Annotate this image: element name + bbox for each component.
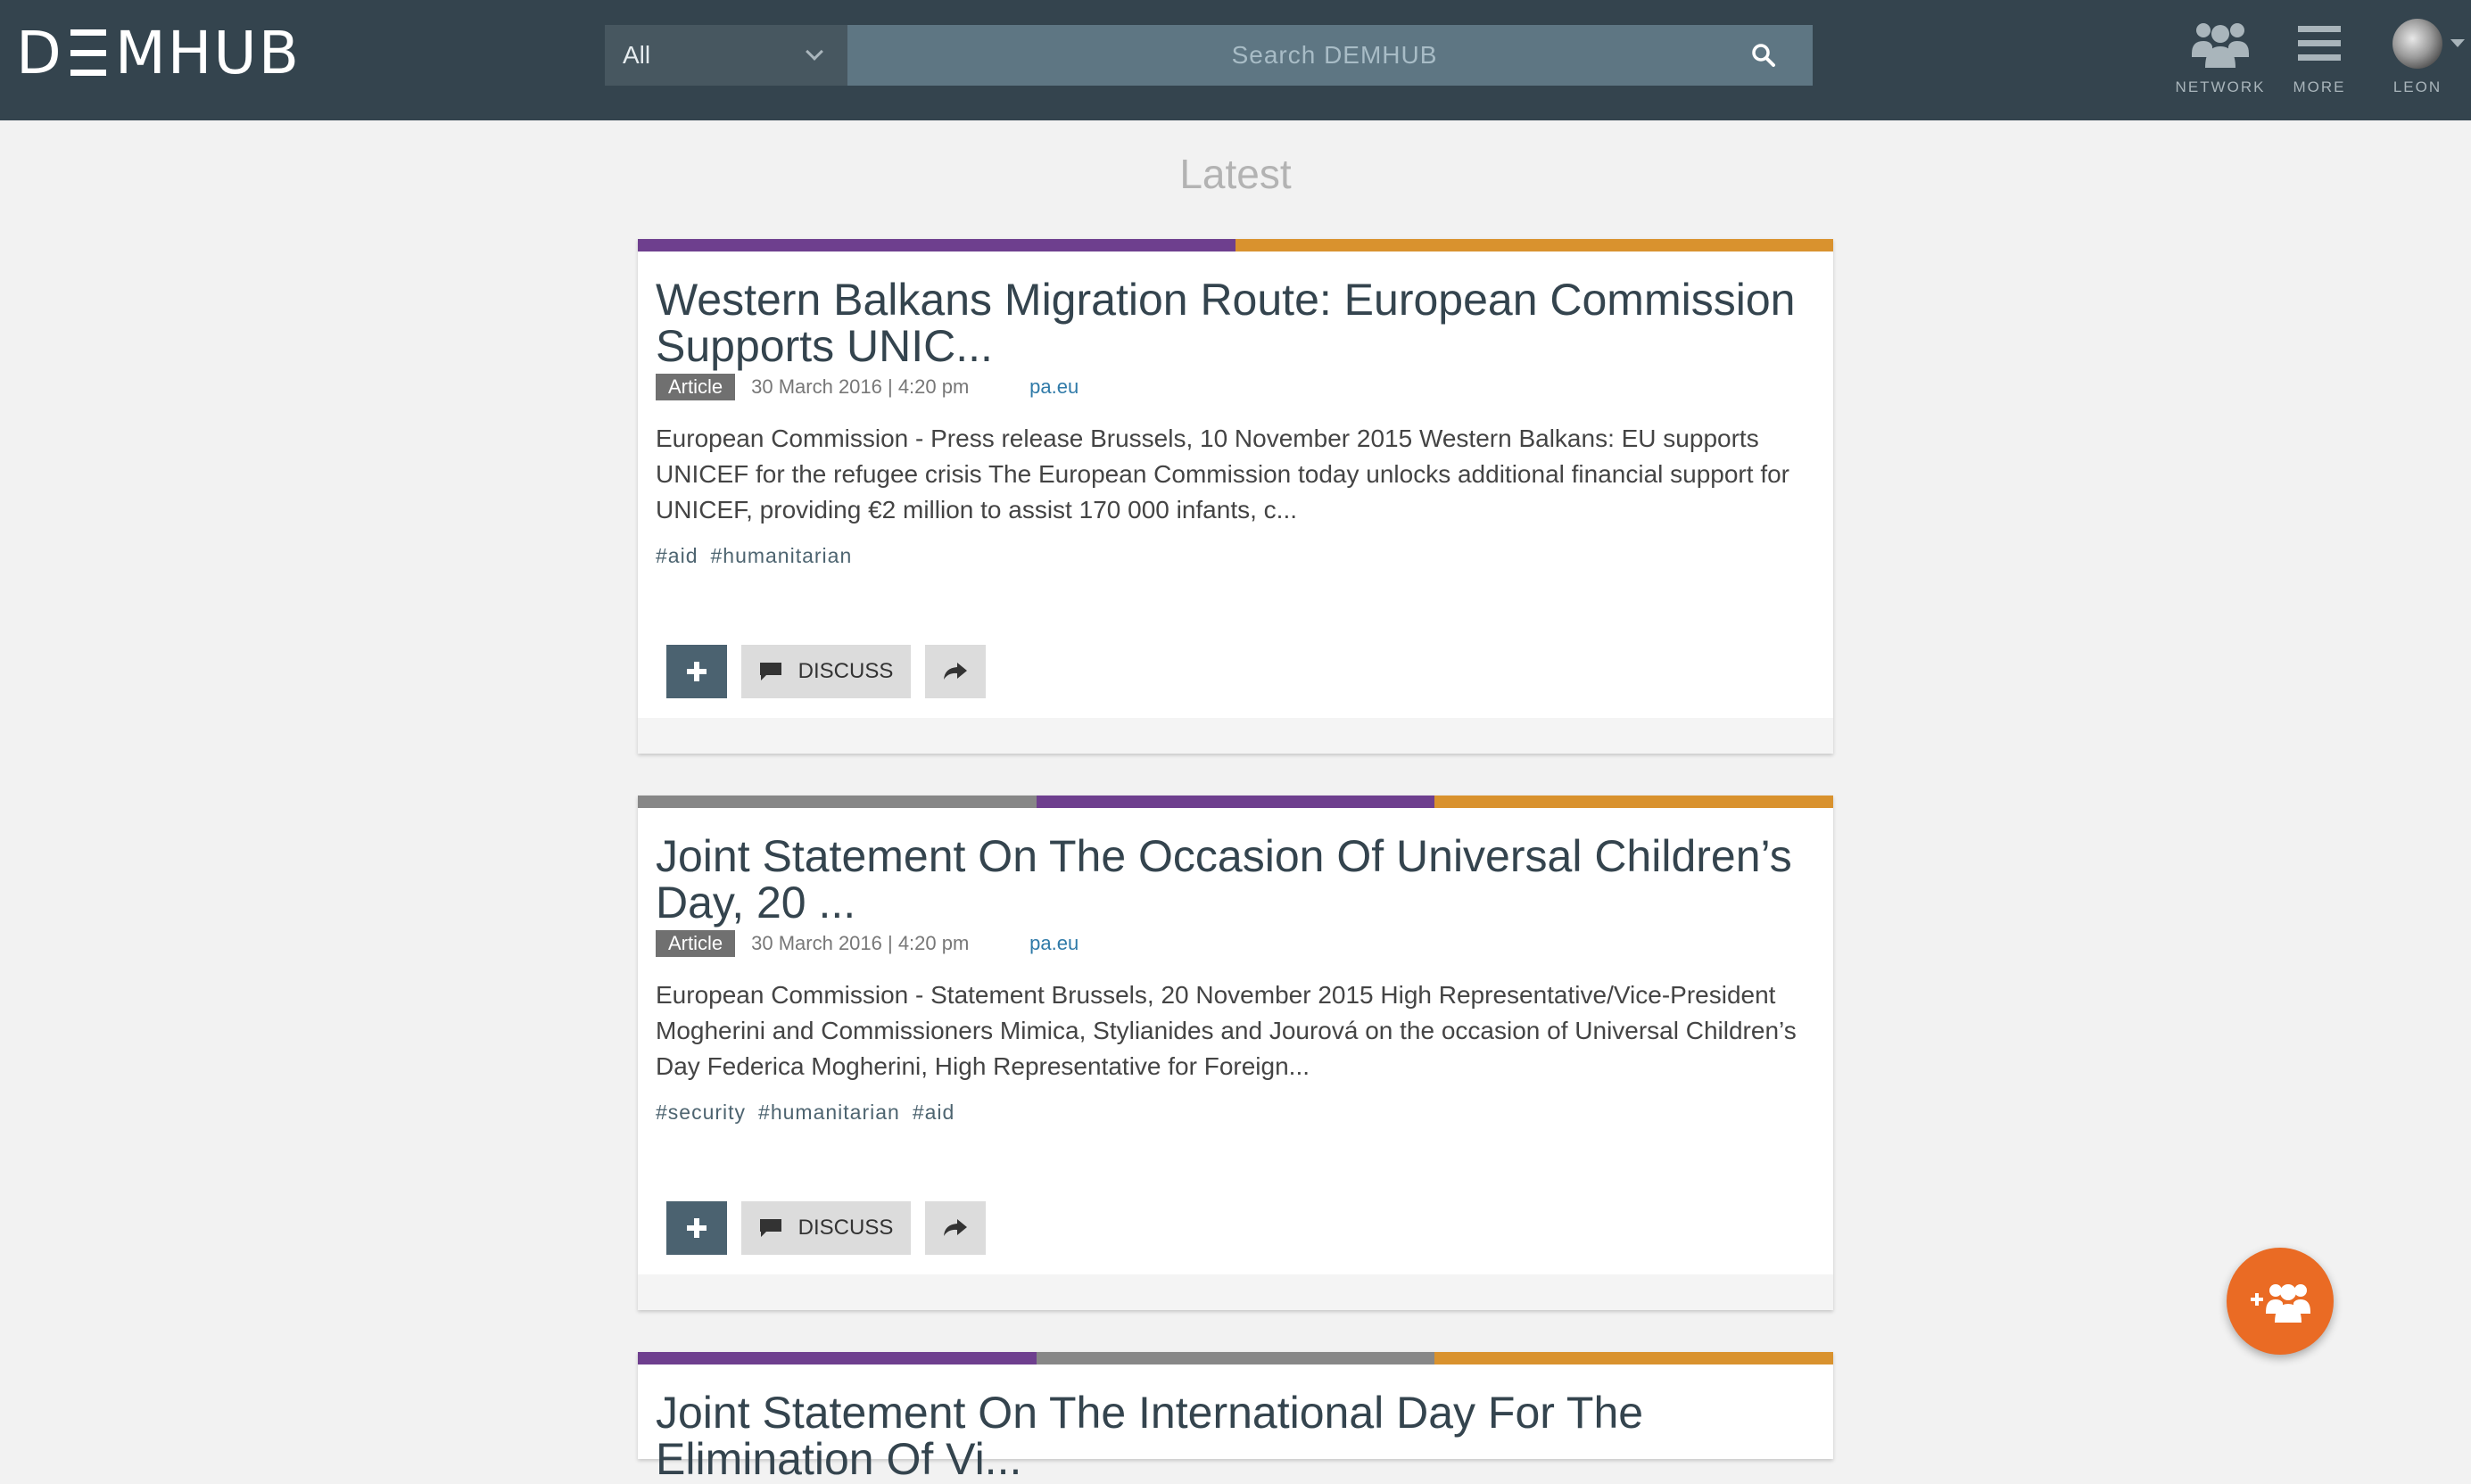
post-title[interactable]: Western Balkans Migration Route: Europea… (656, 276, 1815, 369)
share-button[interactable] (925, 1201, 986, 1255)
logo-e-mark (70, 29, 106, 76)
post-title[interactable]: Joint Statement On The Occasion Of Unive… (656, 833, 1815, 926)
plus-icon (687, 1218, 707, 1238)
category-color-bar (638, 239, 1833, 251)
add-group-fab[interactable] (2227, 1248, 2334, 1355)
add-button[interactable] (666, 645, 727, 698)
tag-link[interactable]: #aid (913, 1101, 955, 1125)
card-footer (638, 718, 1833, 754)
category-segment (638, 796, 1037, 808)
share-icon (944, 663, 967, 680)
post-meta: Article 30 March 2016 | 4:20 pm pa.eu (656, 373, 1815, 401)
category-segment (1036, 796, 1435, 808)
nav-user-menu[interactable]: LEON (2368, 16, 2467, 105)
comment-icon (759, 1219, 781, 1237)
post-source-link[interactable]: pa.eu (1029, 932, 1078, 955)
nav-more[interactable]: MORE (2270, 16, 2368, 105)
plus-icon (687, 662, 707, 681)
avatar (2392, 19, 2442, 69)
post-excerpt: European Commission - Press release Brus… (656, 425, 1789, 524)
logo-text: MHUB (114, 18, 301, 87)
tag-list: #aid #humanitarian (656, 544, 1815, 568)
post-actions: DISCUSS (656, 1201, 1815, 1255)
search-bar (847, 25, 1813, 86)
tag-link[interactable]: #security (656, 1101, 746, 1125)
post-type-badge: Article (656, 930, 736, 957)
search-scope-value: All (623, 41, 651, 69)
category-segment (1236, 239, 1833, 251)
category-segment (1434, 796, 1834, 808)
post-source-link[interactable]: pa.eu (1029, 375, 1078, 399)
nav-network-label: NETWORK (2175, 78, 2266, 95)
post-date: 30 March 2016 | 4:20 pm (751, 932, 970, 954)
tag-link[interactable]: #humanitarian (758, 1101, 900, 1125)
category-color-bar (638, 1352, 1834, 1364)
search-icon (1752, 44, 1775, 67)
menu-icon (2298, 26, 2341, 61)
share-icon (944, 1219, 967, 1236)
tag-list: #security #humanitarian #aid (656, 1101, 1815, 1125)
section-title: Latest (1179, 151, 1292, 197)
post-type-badge: Article (656, 374, 736, 400)
chevron-down-icon (806, 43, 823, 61)
nav-user-label: LEON (2392, 78, 2442, 95)
share-button[interactable] (925, 645, 986, 698)
discuss-button[interactable]: DISCUSS (741, 1201, 911, 1255)
add-group-icon (2251, 1284, 2310, 1323)
search-button[interactable] (1715, 25, 1813, 86)
category-segment (638, 239, 1236, 251)
discuss-button[interactable]: DISCUSS (741, 645, 911, 698)
network-icon (2192, 23, 2249, 68)
post-actions: DISCUSS (656, 645, 1815, 698)
discuss-label: DISCUSS (797, 1216, 894, 1240)
caret-down-icon (2450, 39, 2465, 47)
category-segment (1434, 1352, 1834, 1364)
top-navigation-bar: D MHUB All NETWORK (0, 0, 2471, 120)
feed-card: Joint Statement On The International Day… (638, 1352, 1834, 1482)
card-footer (638, 1274, 1833, 1310)
tag-link[interactable]: #humanitarian (710, 544, 852, 568)
category-color-bar (638, 796, 1834, 808)
comment-icon (759, 663, 781, 680)
feed-card: Joint Statement On The Occasion Of Unive… (638, 796, 1834, 1310)
search-scope-dropdown[interactable]: All (605, 25, 847, 86)
tag-link[interactable]: #aid (656, 544, 698, 568)
add-button[interactable] (666, 1201, 727, 1255)
demhub-logo[interactable]: D MHUB (16, 18, 301, 87)
search-input[interactable] (847, 25, 1715, 86)
feed-card: Western Balkans Migration Route: Europea… (638, 239, 1833, 754)
discuss-label: DISCUSS (797, 659, 894, 683)
post-title[interactable]: Joint Statement On The International Day… (656, 1389, 1815, 1482)
nav-network[interactable]: NETWORK (2171, 16, 2269, 105)
post-meta: Article 30 March 2016 | 4:20 pm pa.eu (656, 929, 1815, 958)
category-segment (638, 1352, 1037, 1364)
nav-more-label: MORE (2293, 78, 2346, 95)
post-excerpt: European Commission - Statement Brussels… (656, 981, 1797, 1080)
category-segment (1036, 1352, 1435, 1364)
logo-letter-d: D (16, 18, 63, 87)
post-date: 30 March 2016 | 4:20 pm (751, 375, 970, 398)
